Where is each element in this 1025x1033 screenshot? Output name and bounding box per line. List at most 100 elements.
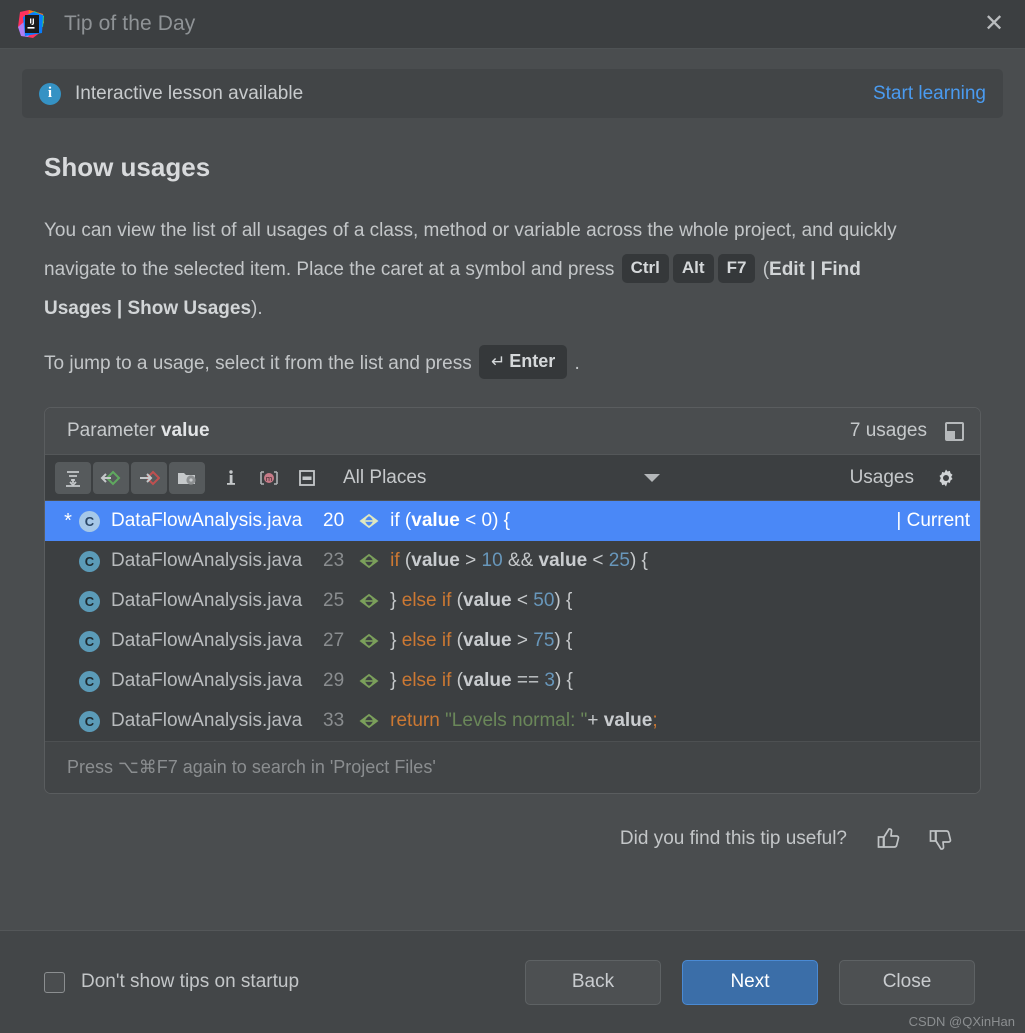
usage-code-snippet: } else if (value == 3) { [390, 670, 573, 691]
info-details-icon[interactable] [213, 462, 249, 494]
usage-row[interactable]: *C DataFlowAnalysis.java 23 if (value > 10 … [45, 541, 980, 581]
usage-code-snippet: } else if (value < 50) { [390, 590, 573, 611]
next-occurrence-icon[interactable] [131, 461, 167, 494]
usage-file-name: DataFlowAnalysis.java [111, 550, 303, 571]
expand-all-icon[interactable] [55, 461, 91, 494]
info-icon: i [39, 82, 61, 105]
dialog-body: i Interactive lesson available Start lea… [0, 49, 1025, 930]
usage-row[interactable]: *C DataFlowAnalysis.java 27 } else if (valu… [45, 621, 980, 661]
dont-show-tips-checkbox[interactable] [44, 971, 65, 993]
tip-paragraph-1: You can view the list of all usages of a… [44, 211, 929, 328]
window-title: Tip of the Day [64, 12, 196, 35]
usages-panel-footer: Press ⌥⌘F7 again to search in 'Project F… [45, 741, 980, 793]
usage-row-marker: * [57, 670, 79, 693]
usage-line-number: 25 [323, 590, 345, 611]
usage-file-name: DataFlowAnalysis.java [111, 630, 303, 651]
usage-code-snippet: } else if (value > 75) { [390, 630, 573, 651]
start-learning-link[interactable]: Start learning [873, 83, 986, 105]
intellij-idea-logo: IJ [16, 9, 46, 39]
svg-text:IJ: IJ [29, 18, 34, 26]
usages-target-prefix: Parameter [67, 420, 156, 441]
usage-row-marker: * [64, 509, 72, 532]
usages-list: * C DataFlowAnalysis.java 20 if (value < 0) … [45, 501, 980, 741]
back-button[interactable]: Back [525, 959, 661, 1005]
close-icon[interactable]: ✕ [977, 7, 1011, 41]
dont-show-tips-checkbox-wrap[interactable]: Don't show tips on startup [44, 971, 299, 993]
kbd-enter-label: Enter [509, 351, 556, 371]
usages-panel-header: Parameter value 7 usages [45, 408, 980, 455]
preview-panel-icon[interactable] [289, 462, 325, 494]
dont-show-tips-label: Don't show tips on startup [81, 971, 300, 992]
dialog-footer: Don't show tips on startup Back Next Clo… [0, 930, 1025, 1033]
usage-row[interactable]: *C DataFlowAnalysis.java 33 return "Levels … [45, 701, 980, 741]
usages-count: 7 usages [849, 420, 927, 441]
read-write-access-icon [358, 513, 380, 529]
read-write-access-icon [358, 713, 380, 729]
banner-label: Interactive lesson available [75, 82, 304, 104]
tip-paragraph-2-text: To jump to a usage, select it from the l… [44, 353, 472, 374]
kbd-ctrl: Ctrl [621, 254, 669, 283]
usage-line-number: 27 [323, 630, 345, 651]
next-button[interactable]: Next [682, 959, 818, 1005]
usage-row[interactable]: *C DataFlowAnalysis.java 25 } else if (valu… [45, 581, 980, 621]
previous-occurrence-icon[interactable] [93, 461, 129, 494]
usage-file-name: DataFlowAnalysis.java [111, 710, 303, 731]
read-write-access-icon [358, 633, 380, 649]
read-write-access-icon [358, 673, 380, 689]
java-class-icon: C [79, 630, 100, 652]
tip-of-the-day-dialog: IJ Tip of the Day ✕ i Interactive lesson… [0, 0, 1025, 1033]
tip-paragraph-2: To jump to a usage, select it from the l… [44, 344, 929, 383]
svg-text:m: m [266, 475, 273, 483]
gear-icon[interactable] [928, 462, 964, 494]
read-write-access-icon [358, 593, 380, 609]
tip-title: Show usages [44, 152, 211, 182]
settings-folder-icon[interactable] [169, 461, 205, 494]
usage-row-marker: * [57, 710, 79, 733]
usage-code-snippet: if (value > 10 && value < 25) { [390, 550, 648, 571]
java-class-icon: C [79, 510, 100, 532]
usages-target-symbol: value [160, 420, 210, 441]
usage-code-snippet: return "Levels normal: "+ value; [390, 710, 658, 731]
usage-row[interactable]: * C DataFlowAnalysis.java 20 if (value < 0) … [45, 501, 980, 541]
thumbs-down-icon[interactable] [925, 824, 955, 854]
usages-preview-panel: Parameter value 7 usages m All Places Us… [44, 407, 981, 794]
menu-path-close: ). [251, 298, 263, 319]
close-button[interactable]: Close [839, 959, 975, 1005]
kbd-alt: Alt [672, 254, 714, 283]
pin-window-icon[interactable] [945, 421, 964, 441]
tip-paragraph-2-end: . [574, 353, 580, 374]
thumbs-up-icon[interactable] [873, 824, 903, 854]
usages-toolbar: m All Places Usages [45, 455, 980, 501]
usage-file-name: DataFlowAnalysis.java [111, 670, 303, 691]
watermark: CSDN @QXinHan [908, 1014, 1015, 1029]
java-class-icon: C [79, 550, 100, 572]
java-class-icon: C [79, 670, 100, 692]
usage-line-number: 20 [323, 510, 345, 531]
enter-return-arrow-icon: ↵ [491, 352, 506, 371]
java-class-icon: C [79, 710, 100, 732]
scope-selector-label[interactable]: All Places [343, 467, 426, 489]
read-write-access-icon [358, 553, 380, 569]
usage-row-marker: * [57, 590, 79, 613]
usage-file-name: DataFlowAnalysis.java [111, 510, 303, 531]
usage-current-tag: | Current [896, 510, 970, 531]
merge-duplicates-icon[interactable]: m [251, 462, 287, 494]
usage-file-name: DataFlowAnalysis.java [111, 590, 303, 611]
usages-footer-hint: Press ⌥⌘F7 again to search in 'Project F… [67, 757, 436, 777]
usage-line-number: 23 [323, 550, 345, 571]
kbd-f7: F7 [717, 254, 756, 283]
usage-row-marker: * [57, 550, 79, 573]
kbd-enter: ↵ Enter [479, 345, 568, 379]
usage-row[interactable]: *C DataFlowAnalysis.java 29 } else if (valu… [45, 661, 980, 701]
chevron-down-icon[interactable] [644, 473, 661, 482]
usages-target-label: Parameter value [67, 420, 210, 442]
usages-filter-label[interactable]: Usages [850, 467, 914, 489]
feedback-row: Did you find this tip useful? [22, 824, 955, 854]
title-bar: IJ Tip of the Day ✕ [0, 0, 1025, 49]
usage-line-number: 29 [323, 670, 345, 691]
usage-line-number: 33 [323, 710, 345, 731]
usage-code-snippet: if (value < 0) { [390, 510, 511, 531]
java-class-icon: C [79, 590, 100, 612]
interactive-lesson-banner: i Interactive lesson available Start lea… [22, 69, 1003, 118]
usage-row-marker: * [57, 630, 79, 653]
